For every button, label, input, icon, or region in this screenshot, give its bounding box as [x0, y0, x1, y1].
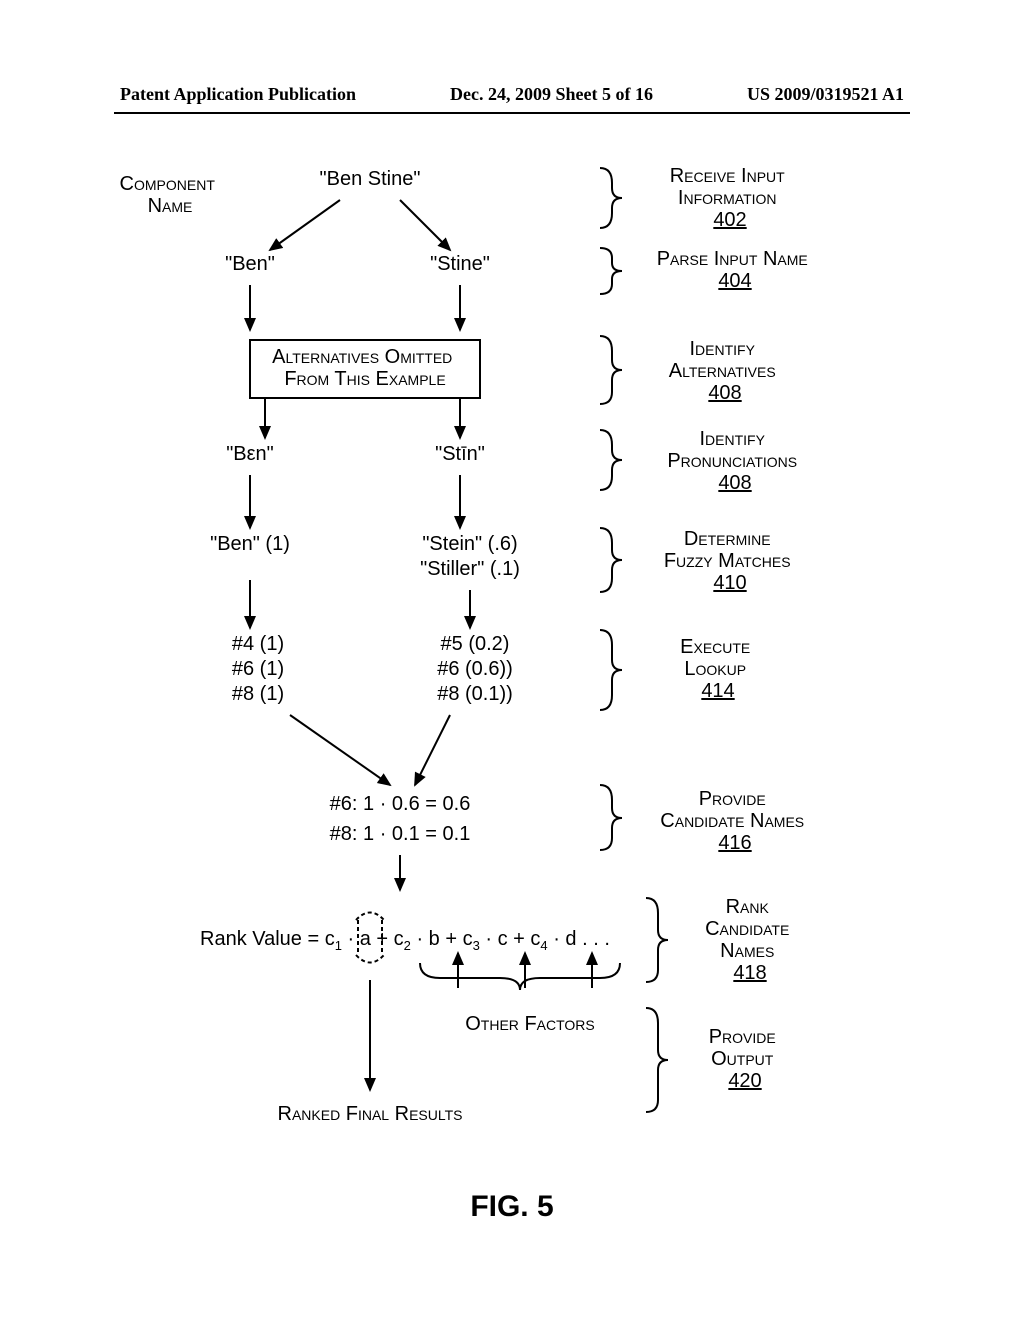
header-line: [114, 112, 910, 114]
parsed-stine: "Stine": [430, 253, 490, 275]
page: Patent Application Publication Dec. 24, …: [0, 0, 1024, 1320]
lookup-l6: #6 (1): [232, 658, 284, 680]
step-408a: Identify Alternatives 408: [669, 338, 782, 404]
step-404: Parse Input Name 404: [657, 248, 814, 292]
diagram-svg: Component Name "Ben Stine" "Ben" "Stine"…: [0, 150, 1024, 1170]
step-402: Receive Input Information 402: [670, 165, 791, 231]
component-name-label: Component Name: [120, 173, 221, 217]
figure-label: FIG. 5: [0, 1190, 1024, 1224]
ranked-final-label: Ranked Final Results: [278, 1103, 463, 1125]
step-410: Determine Fuzzy Matches 410: [664, 528, 796, 594]
header-right: US 2009/0319521 A1: [747, 84, 904, 105]
input-name-text: "Ben Stine": [320, 168, 421, 190]
fuzzy-stein: "Stein" (.6): [422, 533, 517, 555]
rank-formula: Rank Value = c1 · a + c2 · b + c3 · c + …: [200, 928, 610, 953]
lookup-r5: #5 (0.2): [441, 633, 510, 655]
alternatives-omitted-label: Alternatives Omitted From This Example: [272, 346, 458, 390]
step-414: Execute Lookup 414: [680, 636, 756, 702]
lookup-r6: #6 (0.6)): [437, 658, 513, 680]
step-420: Provide Output 420: [709, 1026, 782, 1092]
phon-ben: "Bεn": [226, 443, 274, 465]
phon-stin: "Stīn": [435, 443, 485, 465]
step-418: Rank Candidate Names 418: [705, 896, 795, 984]
lookup-l4: #4 (1): [232, 633, 284, 655]
candidate-8: #8: 1 · 0.1 = 0.1: [330, 823, 471, 845]
header-left: Patent Application Publication: [120, 84, 356, 105]
parsed-ben: "Ben": [225, 253, 275, 275]
lookup-r8: #8 (0.1)): [437, 683, 513, 705]
step-416: Provide Candidate Names 416: [660, 788, 809, 854]
other-factors-label: Other Factors: [465, 1013, 595, 1035]
fuzzy-ben: "Ben" (1): [210, 533, 290, 555]
step-408b: Identify Pronunciations 408: [667, 428, 802, 494]
lookup-l8: #8 (1): [232, 683, 284, 705]
fuzzy-stiller: "Stiller" (.1): [420, 558, 520, 580]
candidate-6: #6: 1 · 0.6 = 0.6: [330, 793, 471, 815]
header-center: Dec. 24, 2009 Sheet 5 of 16: [450, 84, 653, 105]
page-header: Patent Application Publication Dec. 24, …: [0, 84, 1024, 105]
